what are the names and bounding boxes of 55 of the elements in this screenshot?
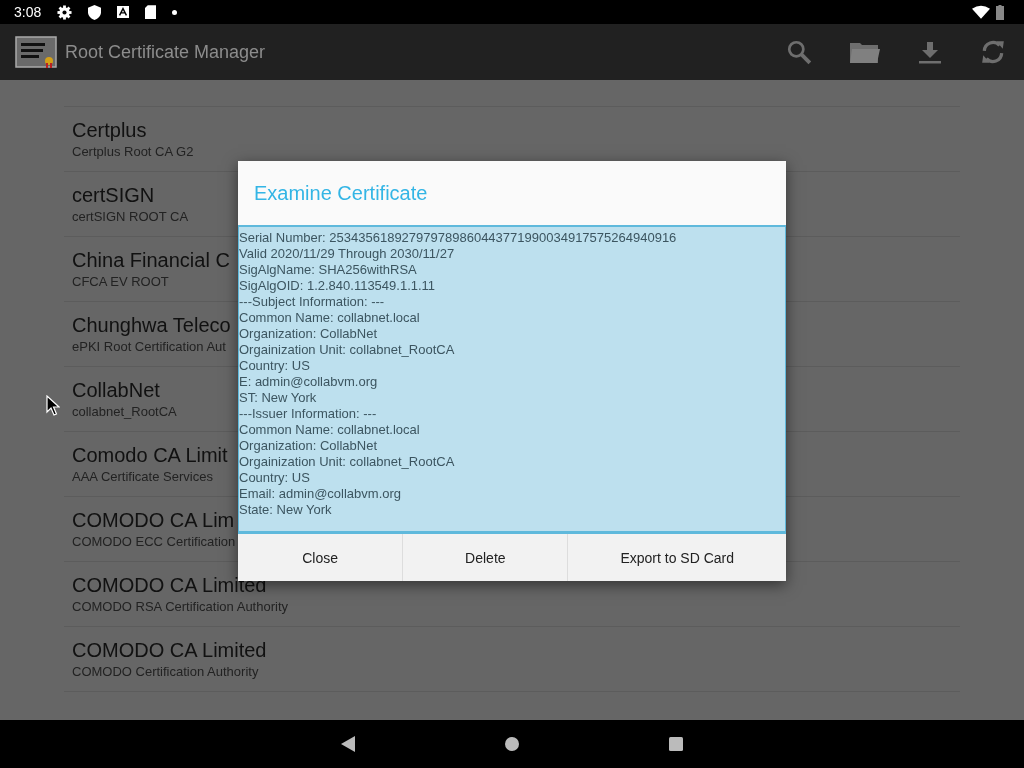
certificate-detail: ePKI Root Certification Aut xyxy=(72,338,226,356)
certificate-field: Serial Number: 253435618927979789860443771990034917575264940916 xyxy=(239,230,785,246)
certificate-detail: Certplus Root CA G2 xyxy=(72,143,194,161)
text-square-icon xyxy=(117,6,130,18)
certificate-detail: AAA Certificate Services xyxy=(72,468,213,486)
shield-icon xyxy=(88,4,102,20)
dialog-button[interactable]: Close xyxy=(238,534,404,581)
certificate-field: ST: New York xyxy=(239,390,785,406)
certificate-field: Common Name: collabnet.local xyxy=(239,422,785,438)
wifi-icon xyxy=(972,5,990,19)
certificate-field: State: New York xyxy=(239,502,785,518)
app-title: Root Certificate Manager xyxy=(65,41,266,63)
certificate-name[interactable]: CollabNet xyxy=(72,377,160,403)
dot-icon xyxy=(172,9,178,15)
clock: 3:08 xyxy=(14,4,42,20)
certificate-field: ---Issuer Information: --- xyxy=(239,406,785,422)
certificate-field: Common Name: collabnet.local xyxy=(239,310,785,326)
search-icon[interactable] xyxy=(786,39,812,65)
dialog-button[interactable]: Export to SD Card xyxy=(568,534,786,581)
certificate-name[interactable]: COMODO CA Lim xyxy=(72,507,235,533)
certificate-field: Country: US xyxy=(239,470,785,486)
certificate-name[interactable]: Comodo CA Limit xyxy=(72,442,228,468)
certificate-detail: COMODO RSA Certification Authority xyxy=(72,598,288,616)
certificate-field: Email: admin@collabvm.org xyxy=(239,486,785,502)
mouse-cursor-icon xyxy=(46,395,60,417)
certificate-detail: collabnet_RootCA xyxy=(72,403,177,421)
sd-card-icon xyxy=(145,5,157,19)
home-icon[interactable] xyxy=(505,737,519,751)
certificate-name[interactable]: China Financial C xyxy=(72,247,230,273)
back-icon[interactable] xyxy=(341,736,355,752)
certificate-detail: certSIGN ROOT CA xyxy=(72,208,189,226)
certificate-field: SigAlgName: SHA256withRSA xyxy=(239,262,785,278)
certificate-field: SigAlgOID: 1.2.840.113549.1.1.11 xyxy=(239,278,785,294)
download-icon[interactable] xyxy=(918,40,942,64)
certificate-detail: COMODO ECC Certification xyxy=(72,533,236,551)
refresh-icon[interactable] xyxy=(980,39,1006,65)
certificate-detail: CFCA EV ROOT xyxy=(72,273,169,291)
certificate-name[interactable]: COMODO CA Limited xyxy=(72,637,267,663)
folder-icon[interactable] xyxy=(850,41,880,63)
certificate-field: Organization: CollabNet xyxy=(239,326,785,342)
certificate-field: Country: US xyxy=(239,358,785,374)
certificate-detail: COMODO Certification Authority xyxy=(72,663,259,681)
battery-icon xyxy=(996,4,1004,20)
certificate-name[interactable]: Certplus xyxy=(72,117,147,143)
certificate-field: Organization: CollabNet xyxy=(239,438,785,454)
dialog-button[interactable]: Delete xyxy=(403,534,569,581)
certificate-name[interactable]: Chunghwa Teleco xyxy=(72,312,231,338)
certificate-field: Valid 2020/11/29 Through 2030/11/27 xyxy=(239,246,785,262)
certificate-field: Orgainization Unit: collabnet_RootCA xyxy=(239,342,785,358)
certificate-field: E: admin@collabvm.org xyxy=(239,374,785,390)
certificate-field: ---Subject Information: --- xyxy=(239,294,785,310)
certificate-field: Orgainization Unit: collabnet_RootCA xyxy=(239,454,785,470)
gear-icon xyxy=(57,4,73,20)
certificate-icon xyxy=(15,36,57,68)
certificate-name[interactable]: certSIGN xyxy=(72,182,155,208)
